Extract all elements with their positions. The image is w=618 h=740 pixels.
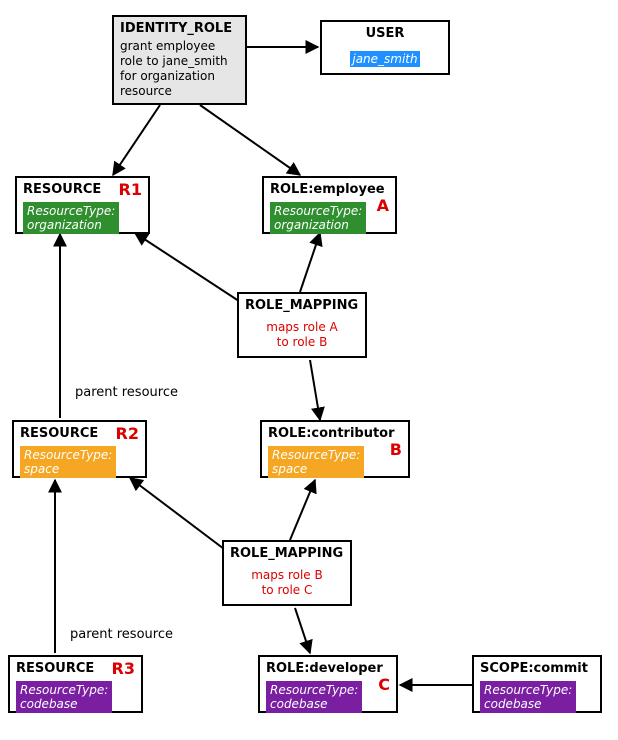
scope-title: SCOPE:commit: [480, 661, 594, 677]
role-mapping-2-l2: to role C: [262, 583, 313, 597]
scope-node: SCOPE:commit ResourceType: codebase: [472, 655, 602, 713]
resource-r3-type-l1: ResourceType:: [20, 683, 108, 697]
role-b-type-l1: ResourceType:: [272, 448, 360, 462]
role-a-node: ROLE:employee A ResourceType: organizati…: [262, 176, 397, 234]
role-mapping-1-l1: maps role A: [266, 320, 337, 334]
role-a-letter: A: [377, 196, 389, 215]
resource-r3-letter: R3: [112, 659, 135, 678]
role-c-type-l2: codebase: [270, 697, 328, 711]
resource-r2-type-l2: space: [24, 462, 59, 476]
role-b-title: ROLE:contributor: [268, 426, 402, 442]
resource-r1-letter: R1: [119, 180, 142, 199]
role-c-title: ROLE:developer: [266, 661, 390, 677]
resource-r1-type-l2: organization: [27, 218, 102, 232]
resource-r3-type-l2: codebase: [20, 697, 78, 711]
role-c-type: ResourceType: codebase: [266, 681, 362, 714]
role-mapping-2-node: ROLE_MAPPING maps role B to role C: [222, 540, 352, 606]
user-title: USER: [328, 26, 442, 42]
resource-r3-type: ResourceType: codebase: [16, 681, 112, 714]
user-node: USER jane_smith: [320, 20, 450, 75]
role-mapping-2-title: ROLE_MAPPING: [230, 546, 344, 562]
resource-r3-node: RESOURCE R3 ResourceType: codebase: [8, 655, 143, 713]
resource-r1-type: ResourceType: organization: [23, 202, 119, 235]
resource-r1-type-l1: ResourceType:: [27, 204, 115, 218]
role-c-letter: C: [378, 675, 390, 694]
role-mapping-2-desc: maps role B to role C: [230, 568, 344, 598]
scope-type-l2: codebase: [484, 697, 542, 711]
resource-r2-type: ResourceType: space: [20, 446, 116, 479]
role-c-type-l1: ResourceType:: [270, 683, 358, 697]
role-mapping-1-l2: to role B: [277, 335, 328, 349]
resource-r2-type-l1: ResourceType:: [24, 448, 112, 462]
role-c-node: ROLE:developer C ResourceType: codebase: [258, 655, 398, 713]
resource-r2-letter: R2: [116, 424, 139, 443]
diagram-stage: IDENTITY_ROLE grant employee role to jan…: [0, 0, 618, 740]
role-mapping-1-desc: maps role A to role B: [245, 320, 359, 350]
identity-role-node: IDENTITY_ROLE grant employee role to jan…: [112, 15, 247, 105]
resource-r2-node: RESOURCE R2 ResourceType: space: [12, 420, 147, 478]
role-a-type-l1: ResourceType:: [274, 204, 362, 218]
edge-label-parent-1: parent resource: [75, 385, 178, 400]
role-a-type: ResourceType: organization: [270, 202, 366, 235]
role-a-type-l2: organization: [274, 218, 349, 232]
role-b-letter: B: [390, 440, 402, 459]
role-b-type: ResourceType: space: [268, 446, 364, 479]
identity-role-title: IDENTITY_ROLE: [120, 21, 239, 37]
scope-type: ResourceType: codebase: [480, 681, 576, 714]
edge-label-parent-2: parent resource: [70, 627, 173, 642]
scope-type-l1: ResourceType:: [484, 683, 572, 697]
role-mapping-1-title: ROLE_MAPPING: [245, 298, 359, 314]
role-b-type-l2: space: [272, 462, 307, 476]
role-a-title: ROLE:employee: [270, 182, 389, 198]
resource-r1-node: RESOURCE R1 ResourceType: organization: [15, 176, 150, 234]
role-b-node: ROLE:contributor B ResourceType: space: [260, 420, 410, 478]
role-mapping-2-l1: maps role B: [251, 568, 323, 582]
identity-role-desc: grant employee role to jane_smith for or…: [120, 39, 239, 99]
user-name: jane_smith: [350, 51, 419, 67]
role-mapping-1-node: ROLE_MAPPING maps role A to role B: [237, 292, 367, 358]
